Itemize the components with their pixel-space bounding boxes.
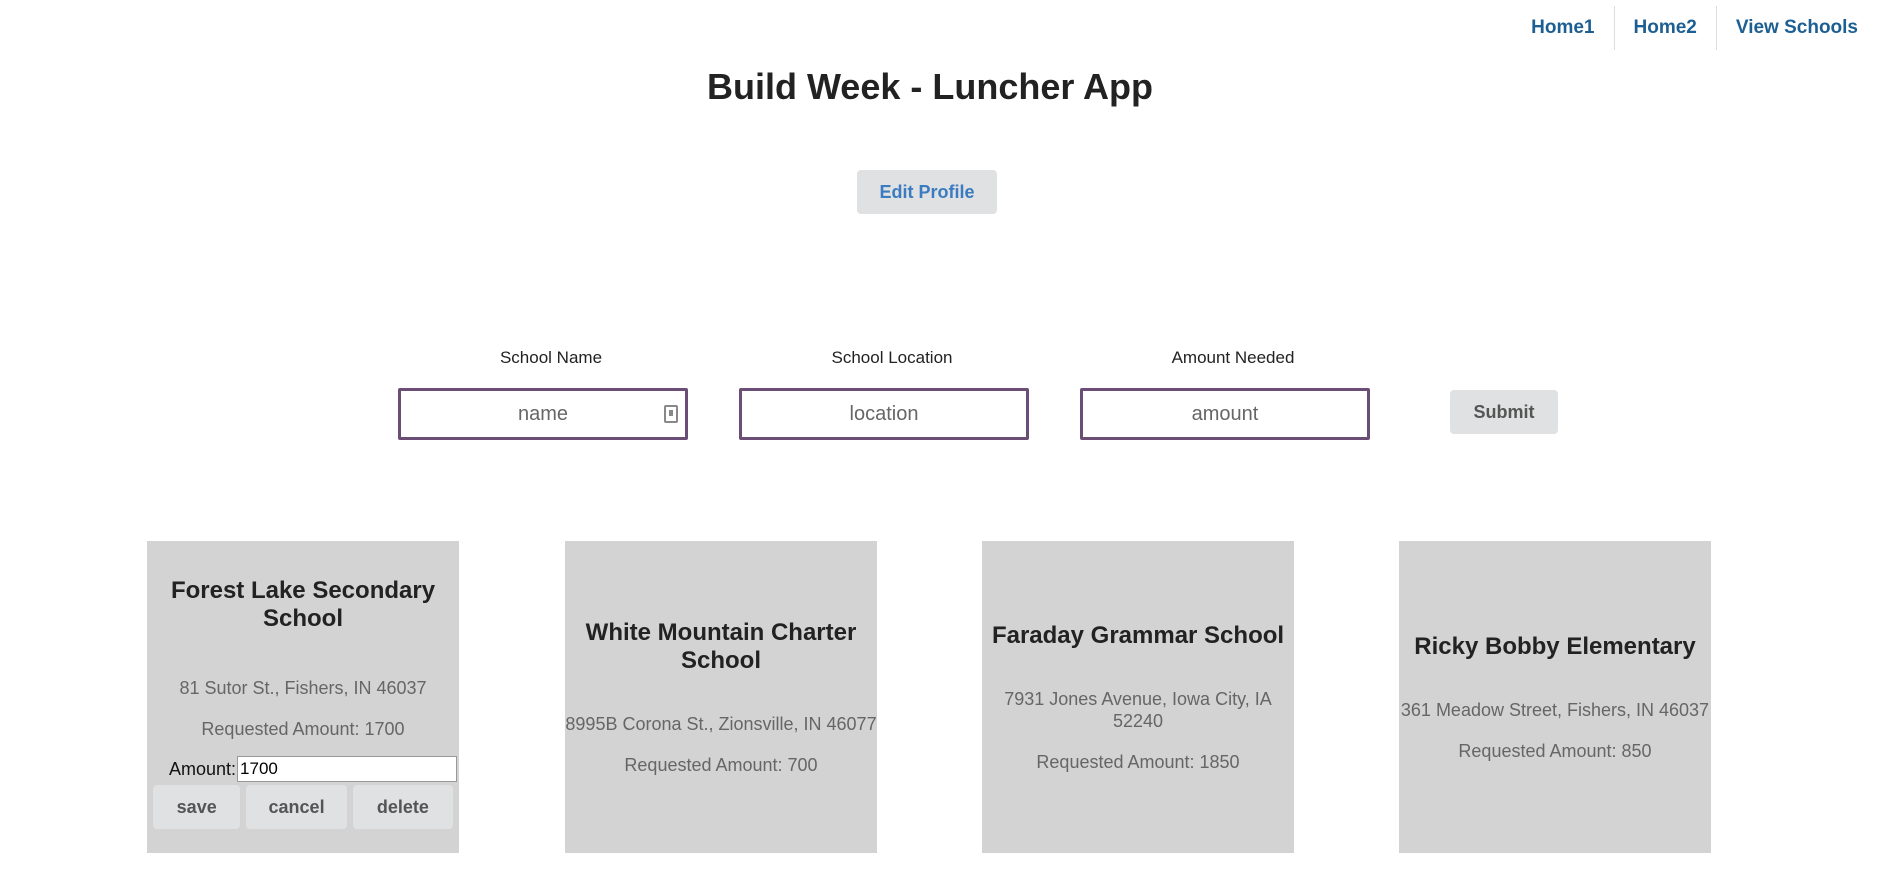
amount-edit-label: Amount:	[169, 758, 237, 779]
school-name: White Mountain Charter School	[585, 618, 857, 674]
nav-link-home2[interactable]: Home2	[1615, 6, 1716, 50]
requested-amount: Requested Amount: 700	[624, 754, 818, 775]
edit-profile-button[interactable]: Edit Profile	[857, 170, 997, 214]
amount-edit-input[interactable]	[237, 756, 458, 782]
amount-needed-label: Amount Needed	[1171, 348, 1295, 367]
save-button[interactable]: save	[153, 785, 241, 829]
school-name: Ricky Bobby Elementary	[1414, 632, 1696, 660]
school-name-input[interactable]	[398, 388, 688, 440]
requested-amount: Requested Amount: 850	[1458, 740, 1652, 761]
amount-edit-row: Amount:	[157, 756, 458, 782]
cancel-button[interactable]: cancel	[246, 785, 347, 829]
school-address: 7931 Jones Avenue, Iowa City, IA 52240	[1004, 688, 1272, 731]
school-card[interactable]: White Mountain Charter School 8995B Coro…	[565, 541, 877, 853]
requested-amount: Requested Amount: 1850	[1036, 751, 1240, 772]
delete-button[interactable]: delete	[352, 785, 453, 829]
school-card[interactable]: Ricky Bobby Elementary 361 Meadow Street…	[1399, 541, 1711, 853]
submit-button[interactable]: Submit	[1450, 390, 1558, 434]
amount-needed-input[interactable]	[1080, 388, 1370, 440]
school-card[interactable]: Faraday Grammar School 7931 Jones Avenue…	[982, 541, 1294, 853]
school-address: 361 Meadow Street, Fishers, IN 46037	[1400, 699, 1710, 720]
school-address: 8995B Corona St., Zionsville, IN 46077	[565, 713, 877, 734]
school-location-label: School Location	[831, 348, 953, 367]
school-name: Faraday Grammar School	[991, 621, 1285, 649]
autofill-contact-icon[interactable]	[664, 405, 678, 423]
school-name-label: School Name	[499, 348, 603, 367]
nav-link-home1[interactable]: Home1	[1512, 6, 1613, 50]
school-location-input[interactable]	[739, 388, 1029, 440]
school-name: Forest Lake Secondary School	[170, 577, 436, 632]
nav-link-view-schools[interactable]: View Schools	[1717, 6, 1877, 50]
top-nav: Home1 Home2 View Schools	[1512, 0, 1877, 56]
school-address: 81 Sutor St., Fishers, IN 46037	[179, 678, 427, 698]
school-card: Forest Lake Secondary School 81 Sutor St…	[147, 541, 459, 853]
page-title: Build Week - Luncher App	[706, 66, 1154, 107]
requested-amount: Requested Amount: 1700	[201, 719, 405, 739]
card-action-buttons: save cancel delete	[153, 785, 453, 829]
